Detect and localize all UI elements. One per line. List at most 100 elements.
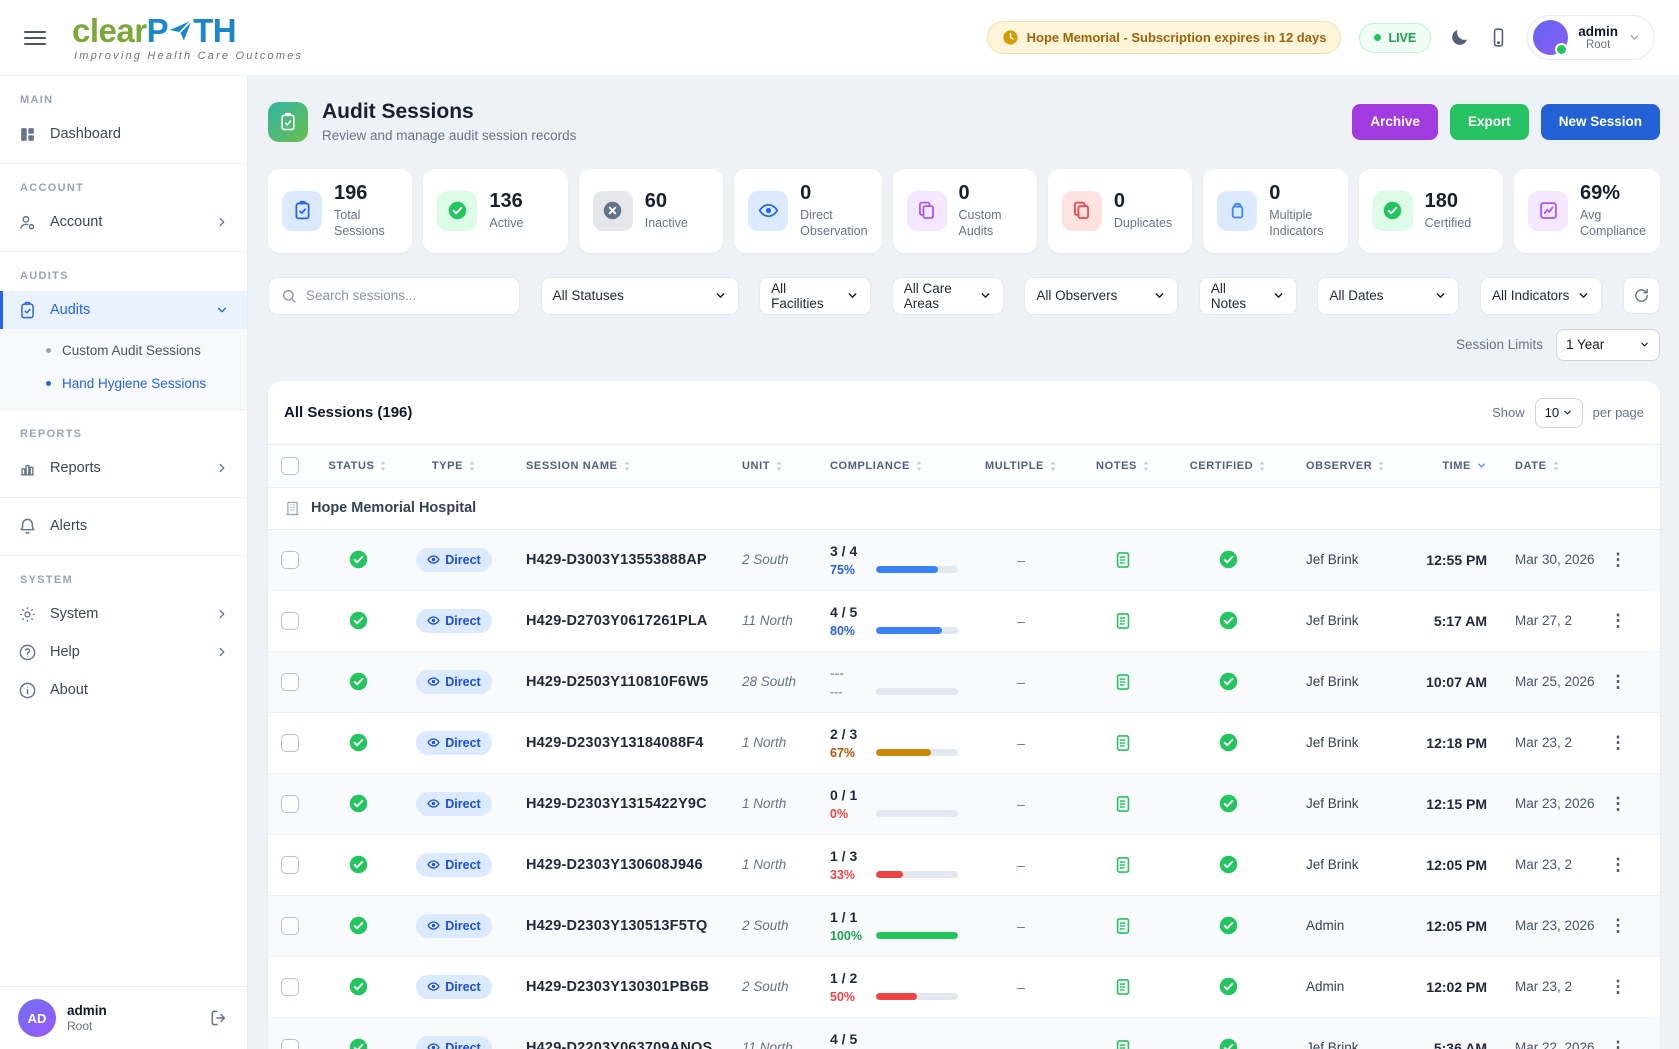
row-menu-button[interactable]: ⋮ — [1610, 673, 1627, 690]
sidebar-item-account[interactable]: Account — [0, 203, 247, 241]
export-button[interactable]: Export — [1450, 104, 1529, 140]
column-header-type[interactable]: TYPE — [432, 460, 476, 472]
filter-value: All Notes — [1211, 281, 1264, 311]
column-header-status[interactable]: STATUS — [329, 460, 388, 472]
logo-text-th: TH — [193, 14, 236, 47]
bullet-icon — [46, 348, 51, 353]
sidebar-item-audits[interactable]: Audits — [0, 291, 247, 329]
row-menu-button[interactable]: ⋮ — [1610, 856, 1627, 873]
menu-toggle-button[interactable] — [24, 31, 46, 45]
status-check-icon — [348, 1037, 369, 1049]
new-session-button[interactable]: New Session — [1541, 104, 1660, 140]
chevron-down-icon — [1562, 407, 1573, 418]
column-label: TYPE — [432, 460, 463, 472]
multiple-value: – — [1017, 857, 1025, 873]
show-label: Show — [1492, 405, 1525, 420]
filters-row: All Statuses All Facilities All Care Are… — [268, 277, 1660, 315]
column-header-observer[interactable]: OBSERVER — [1288, 460, 1398, 472]
sidebar-item-alerts[interactable]: Alerts — [0, 507, 247, 545]
certified-check-icon — [1218, 915, 1239, 936]
unit: 11 North — [734, 613, 814, 628]
row-checkbox[interactable] — [281, 673, 299, 691]
column-header-certified[interactable]: CERTIFIED — [1190, 460, 1266, 472]
filter-select-all-facilities[interactable]: All Facilities — [759, 277, 871, 315]
user-gear-icon — [18, 213, 37, 232]
filter-select-all-observers[interactable]: All Observers — [1024, 277, 1178, 315]
chevron-down-icon — [979, 289, 992, 302]
compliance-percent: --- — [830, 685, 868, 699]
row-checkbox[interactable] — [281, 1039, 299, 1049]
row-checkbox[interactable] — [281, 551, 299, 569]
row-menu-button[interactable]: ⋮ — [1610, 978, 1627, 995]
select-all-checkbox[interactable] — [281, 457, 299, 475]
row-menu-button[interactable]: ⋮ — [1610, 795, 1627, 812]
compliance-percent: 50% — [830, 990, 868, 1004]
compliance-cell: 4 / 5 80% — [814, 604, 964, 638]
compliance-ratio: 1 / 1 — [830, 909, 964, 925]
filter-select-all-dates[interactable]: All Dates — [1317, 277, 1459, 315]
mobile-view-button[interactable] — [1488, 27, 1509, 48]
stat-value: 180 — [1425, 190, 1472, 212]
row-menu-button[interactable]: ⋮ — [1610, 612, 1627, 629]
column-label: SESSION NAME — [526, 460, 618, 472]
column-header-compliance[interactable]: COMPLIANCE — [814, 460, 964, 472]
column-header-time[interactable]: TIME — [1442, 460, 1493, 472]
notes-icon[interactable] — [1113, 1038, 1133, 1049]
row-menu-button[interactable]: ⋮ — [1610, 551, 1627, 568]
type-badge: Direct — [416, 975, 491, 999]
duplicate-icon — [1062, 191, 1102, 231]
sidebar-item-hand-hygiene-sessions[interactable]: Hand Hygiene Sessions — [0, 367, 247, 400]
column-header-session-name[interactable]: SESSION NAME — [504, 460, 734, 472]
subscription-warning-banner[interactable]: Hope Memorial - Subscription expires in … — [987, 21, 1342, 54]
archive-button[interactable]: Archive — [1352, 104, 1438, 140]
sidebar-item-dashboard[interactable]: Dashboard — [0, 115, 247, 153]
page-size-select[interactable]: 10 — [1535, 398, 1583, 428]
sidebar-item-about[interactable]: About — [0, 671, 247, 709]
notes-icon[interactable] — [1113, 550, 1133, 570]
row-checkbox[interactable] — [281, 978, 299, 996]
row-menu-button[interactable]: ⋮ — [1610, 734, 1627, 751]
sidebar-item-system[interactable]: System — [0, 595, 247, 633]
check-circle-icon — [437, 191, 477, 231]
refresh-button[interactable] — [1623, 277, 1660, 314]
dashboard-grid-icon — [18, 125, 37, 144]
logout-button[interactable] — [209, 1008, 229, 1028]
table-row: Direct H429-D2303Y130301PB6B 2 South 1 /… — [268, 957, 1660, 1018]
notes-icon[interactable] — [1113, 977, 1133, 997]
date: Mar 22, 2026 — [1493, 1040, 1608, 1049]
column-header-multiple[interactable]: MULTIPLE — [985, 460, 1057, 472]
filter-select-all-statuses[interactable]: All Statuses — [541, 277, 739, 315]
observer: Jef Brink — [1288, 796, 1398, 811]
column-header-notes[interactable]: NOTES — [1096, 460, 1150, 472]
session-limits-select[interactable]: 1 Year — [1556, 329, 1660, 361]
notes-icon[interactable] — [1113, 794, 1133, 814]
row-checkbox[interactable] — [281, 856, 299, 874]
user-menu[interactable]: admin Root — [1527, 15, 1655, 60]
filter-select-all-care-areas[interactable]: All Care Areas — [892, 277, 1004, 315]
status-check-icon — [348, 610, 369, 631]
sidebar-item-reports[interactable]: Reports — [0, 449, 247, 487]
sidebar-item-help[interactable]: Help — [0, 633, 247, 671]
unit: 2 South — [734, 918, 814, 933]
notes-icon[interactable] — [1113, 672, 1133, 692]
status-check-icon — [348, 915, 369, 936]
row-checkbox[interactable] — [281, 734, 299, 752]
logout-icon — [209, 1008, 229, 1028]
notes-icon[interactable] — [1113, 916, 1133, 936]
column-header-unit[interactable]: UNIT — [734, 460, 814, 472]
row-menu-button[interactable]: ⋮ — [1610, 1039, 1627, 1049]
row-checkbox[interactable] — [281, 795, 299, 813]
filter-select-all-notes[interactable]: All Notes — [1199, 277, 1297, 315]
column-header-date[interactable]: DATE — [1493, 460, 1608, 472]
filter-select-all-indicators[interactable]: All Indicators — [1480, 277, 1602, 315]
sidebar-item-custom-audit-sessions[interactable]: Custom Audit Sessions — [0, 334, 247, 367]
dark-mode-toggle[interactable] — [1449, 27, 1470, 48]
notes-icon[interactable] — [1113, 611, 1133, 631]
notes-icon[interactable] — [1113, 733, 1133, 753]
row-menu-button[interactable]: ⋮ — [1610, 917, 1627, 934]
row-checkbox[interactable] — [281, 612, 299, 630]
notes-icon[interactable] — [1113, 855, 1133, 875]
row-checkbox[interactable] — [281, 917, 299, 935]
search-input[interactable] — [306, 288, 507, 303]
status-check-icon — [348, 976, 369, 997]
